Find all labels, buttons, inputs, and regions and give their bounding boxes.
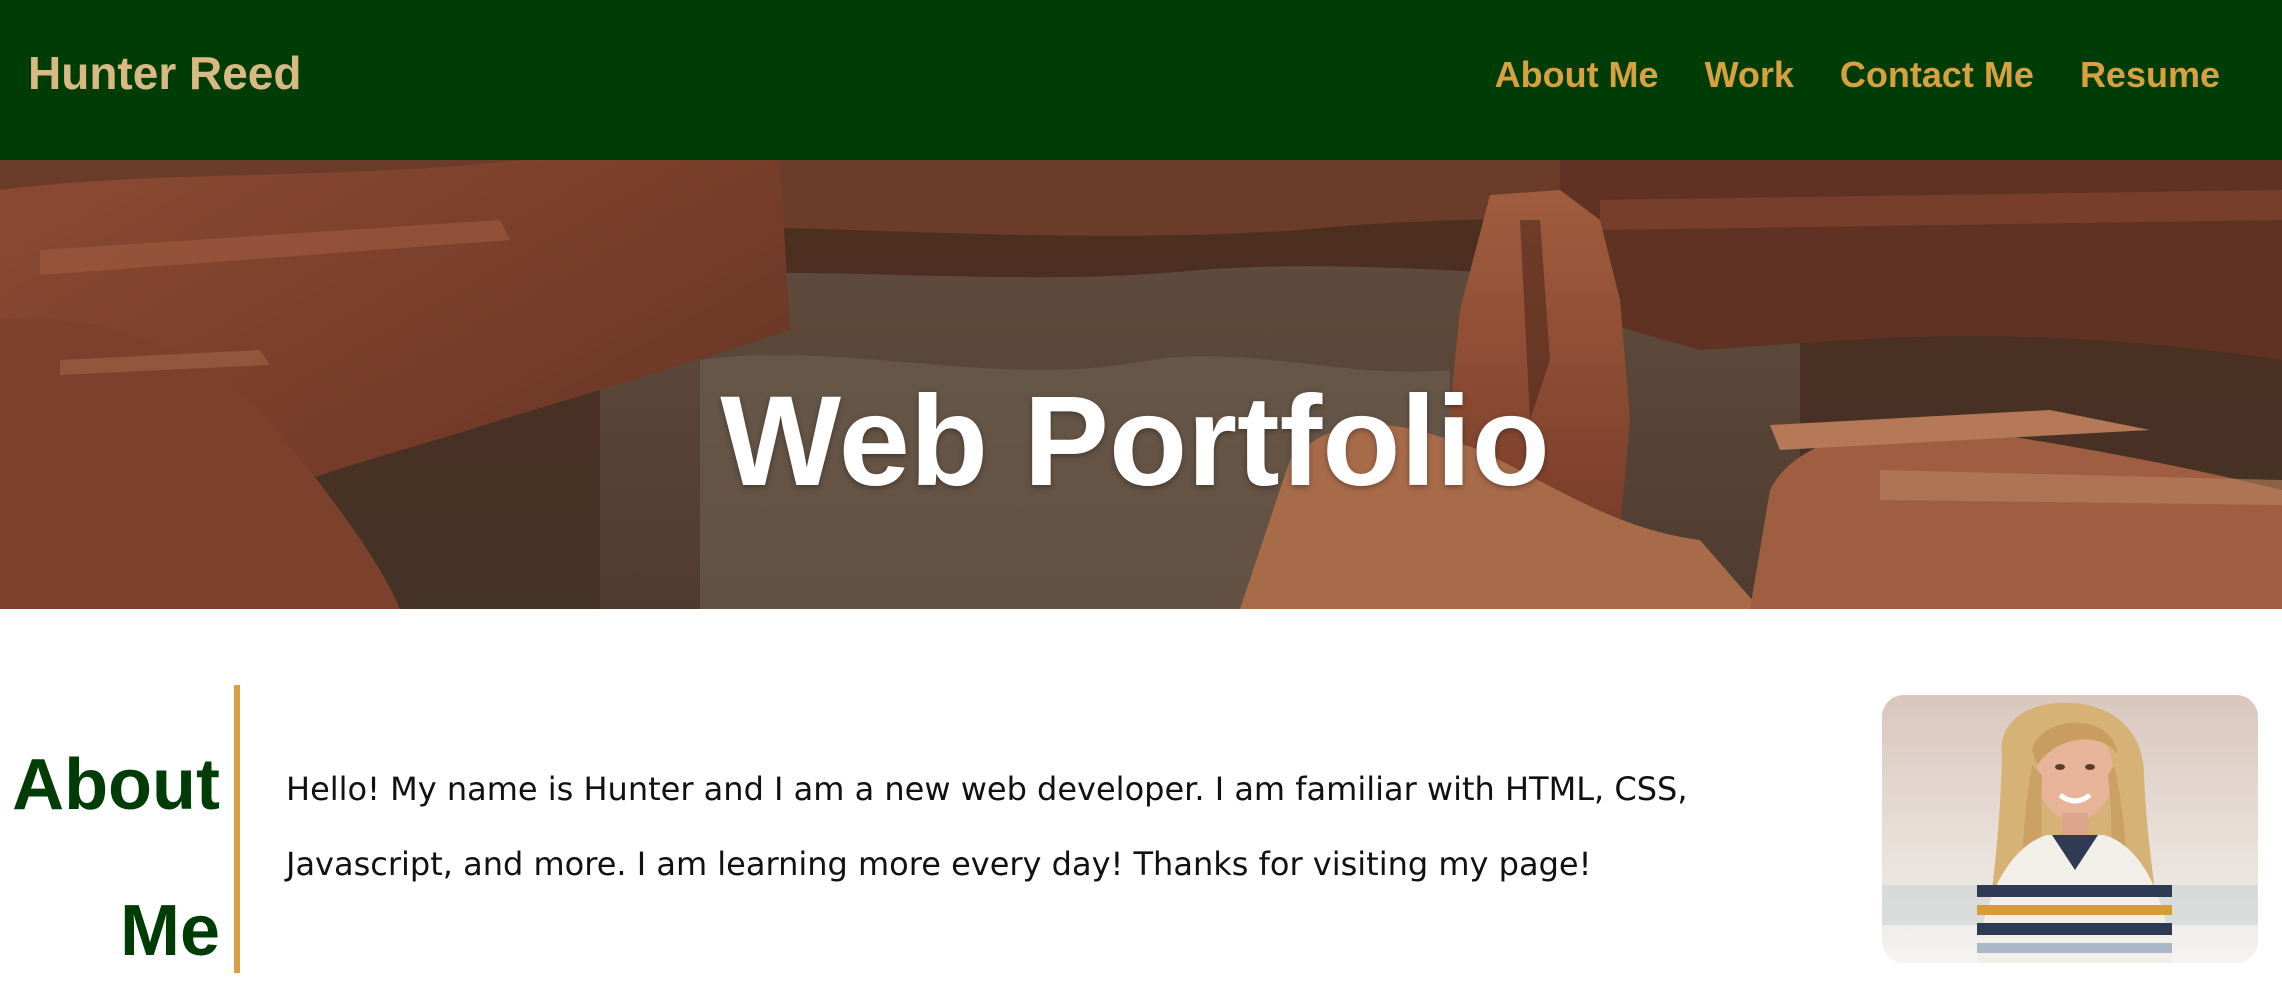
nav-about-me[interactable]: About Me <box>1495 54 1659 96</box>
profile-photo <box>1882 695 2258 963</box>
main-nav: About Me Work Contact Me Resume <box>1495 54 2220 96</box>
site-name-link[interactable]: Hunter Reed <box>28 46 301 100</box>
about-text: Hello! My name is Hunter and I am a new … <box>286 770 1688 883</box>
site-header: Hunter Reed About Me Work Contact Me Res… <box>0 0 2282 160</box>
hero-banner: Web Portfolio <box>0 160 2282 609</box>
about-divider <box>234 685 240 973</box>
about-heading-text: About Me <box>12 745 220 971</box>
nav-work[interactable]: Work <box>1705 54 1794 96</box>
hero-title: Web Portfolio <box>720 370 1550 513</box>
nav-contact-me[interactable]: Contact Me <box>1840 54 2034 96</box>
nav-resume[interactable]: Resume <box>2080 54 2220 96</box>
about-heading: About Me <box>0 712 220 1004</box>
